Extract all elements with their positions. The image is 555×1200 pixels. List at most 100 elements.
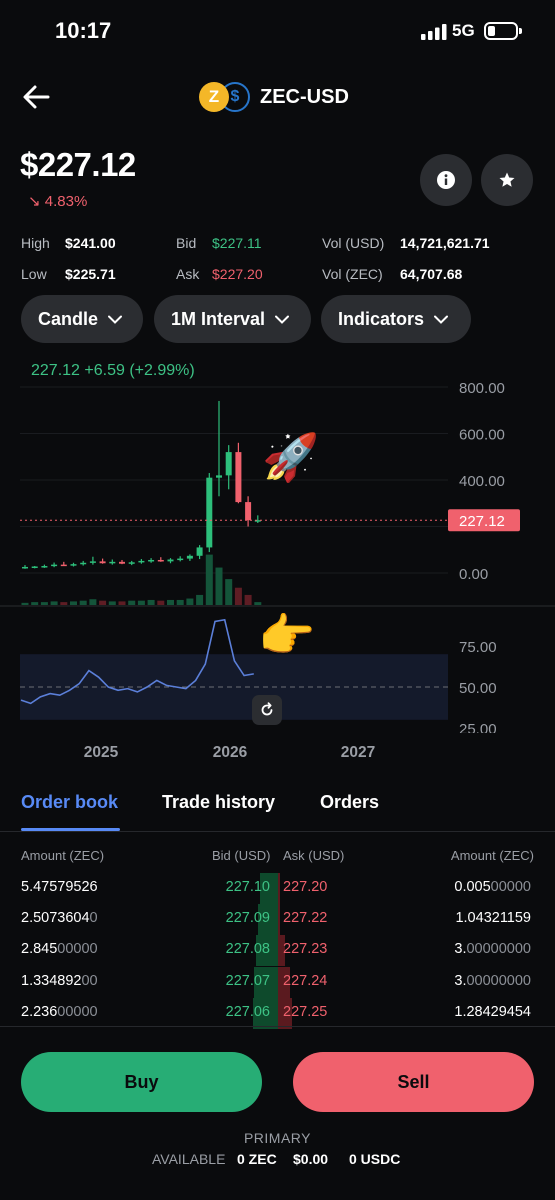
sell-button[interactable]: Sell: [293, 1052, 534, 1112]
pair-title: Z $ ZEC-USD: [199, 80, 349, 114]
price-tick-label: 800.00: [459, 380, 505, 397]
ask-amount: 1.28429454: [454, 1003, 531, 1020]
zec-coin-icon: Z: [199, 82, 229, 112]
favorite-button[interactable]: [481, 154, 533, 206]
bid-price: 227.06: [225, 1003, 270, 1020]
candle-body: [119, 561, 125, 564]
bid-amount: 2.23600000: [21, 1003, 98, 1020]
volume-bar: [137, 600, 145, 605]
volume-bar: [244, 594, 252, 605]
volume-bar: [147, 599, 155, 605]
status-bar: 10:17 5G: [0, 0, 555, 64]
volume-bar: [31, 602, 39, 605]
battery-icon: [484, 22, 522, 40]
candle-body: [186, 555, 193, 559]
indicators-label: Indicators: [338, 308, 425, 329]
volume-bar: [50, 601, 58, 605]
candle-body: [157, 559, 164, 562]
tab-order-book[interactable]: Order book: [21, 792, 118, 813]
ask-depth-bar: [278, 873, 280, 904]
order-book-row[interactable]: 2.84500000 227.08 227.23 3.00000000: [0, 935, 555, 967]
volume-bar: [254, 602, 262, 605]
portfolio-name: PRIMARY: [243, 1130, 312, 1146]
low-value: $225.71: [65, 266, 116, 282]
bid-amount: 5.47579526: [21, 879, 98, 895]
chevron-down-icon: [108, 315, 123, 324]
volume-bar: [234, 587, 242, 605]
rsi-tick-label: 50.00: [459, 680, 497, 697]
candle-body: [196, 547, 203, 556]
tab-orders[interactable]: Orders: [320, 792, 379, 813]
chart-type-dropdown[interactable]: Candle: [21, 295, 143, 343]
x-tick-label: 2026: [213, 744, 248, 761]
available-label: AVAILABLE: [152, 1151, 226, 1167]
volume-bar: [128, 600, 136, 605]
back-arrow-icon[interactable]: [18, 80, 54, 114]
ask-price: 227.23: [283, 941, 328, 958]
order-book-row[interactable]: 2.50736040 227.09 227.22 1.04321159: [0, 904, 555, 936]
bid-amount: 1.33489200: [21, 972, 98, 989]
volume-bar: [108, 601, 116, 605]
buy-button[interactable]: Buy: [21, 1052, 262, 1112]
clock: 10:17: [55, 18, 112, 43]
price-tick-label: 600.00: [459, 427, 505, 444]
candle-body: [109, 561, 116, 564]
order-book-row[interactable]: 1.33489200 227.07 227.24 3.00000000: [0, 966, 555, 998]
tab-trade-history[interactable]: Trade history: [162, 792, 275, 813]
ask-price: 227.25: [283, 1003, 328, 1020]
price-tick-label: 400.00: [459, 473, 505, 490]
star-icon: [499, 172, 515, 187]
ask-price: 227.20: [283, 879, 328, 895]
pair-name: ZEC-USD: [260, 85, 349, 108]
available-zec: 0 ZEC: [237, 1151, 277, 1167]
volume-bar: [215, 567, 223, 605]
current-price-label: 227.12: [459, 513, 505, 530]
tick-mask: [448, 733, 555, 743]
candle-body: [41, 566, 48, 568]
bid-amount: 2.84500000: [21, 941, 98, 958]
ask-header: Ask (USD): [283, 848, 345, 863]
order-book-row[interactable]: 2.23600000 227.06 227.25 1.28429454: [0, 997, 555, 1029]
bid-header: Bid (USD): [212, 848, 271, 863]
ask-amount: 1.04321159: [455, 910, 531, 927]
vol-zec-label: Vol (ZEC): [322, 266, 383, 282]
candle-body: [167, 559, 174, 562]
volume-bar: [99, 600, 107, 605]
active-tab-indicator: [21, 828, 120, 831]
chevron-down-icon: [275, 315, 290, 324]
indicators-dropdown[interactable]: Indicators: [321, 295, 471, 343]
amount-right-header: Amount (ZEC): [450, 848, 534, 863]
bid-price: 227.08: [225, 941, 270, 958]
order-book-row[interactable]: 5.47579526 227.10 227.20 0.00500000: [0, 873, 555, 904]
ask-value: $227.20: [212, 266, 263, 282]
candle-body: [225, 452, 232, 476]
chart-type-label: Candle: [38, 308, 99, 329]
bid-price: 227.10: [225, 879, 270, 895]
pointing-hand-emoji: 👉: [258, 609, 316, 661]
rsi-tick-label: 75.00: [459, 639, 497, 656]
candle-body: [177, 558, 184, 561]
ask-amount: 3.00000000: [454, 972, 531, 989]
bid-price: 227.09: [225, 910, 270, 927]
volume-bar: [157, 600, 165, 605]
bid-value: $227.11: [212, 235, 262, 251]
candle-body: [99, 561, 106, 564]
candle-body: [148, 559, 155, 562]
chevron-down-icon: [434, 315, 449, 324]
volume-bar: [79, 600, 87, 605]
candle-body: [80, 562, 87, 565]
candle-body: [206, 477, 213, 548]
price-change-value: 4.83%: [44, 193, 88, 210]
reset-zoom-button[interactable]: [252, 695, 282, 725]
volume-bar: [40, 602, 48, 605]
info-button[interactable]: [420, 154, 472, 206]
ask-price: 227.24: [283, 972, 328, 989]
candle-body: [216, 475, 222, 478]
candle-body: [128, 562, 135, 564]
low-label: Low: [21, 266, 47, 282]
candle-body: [31, 566, 38, 568]
interval-dropdown[interactable]: 1M Interval: [154, 295, 311, 343]
network-type: 5G: [452, 21, 475, 40]
price-change: ↘ 4.83%: [28, 192, 87, 210]
ask-price: 227.22: [283, 910, 328, 927]
